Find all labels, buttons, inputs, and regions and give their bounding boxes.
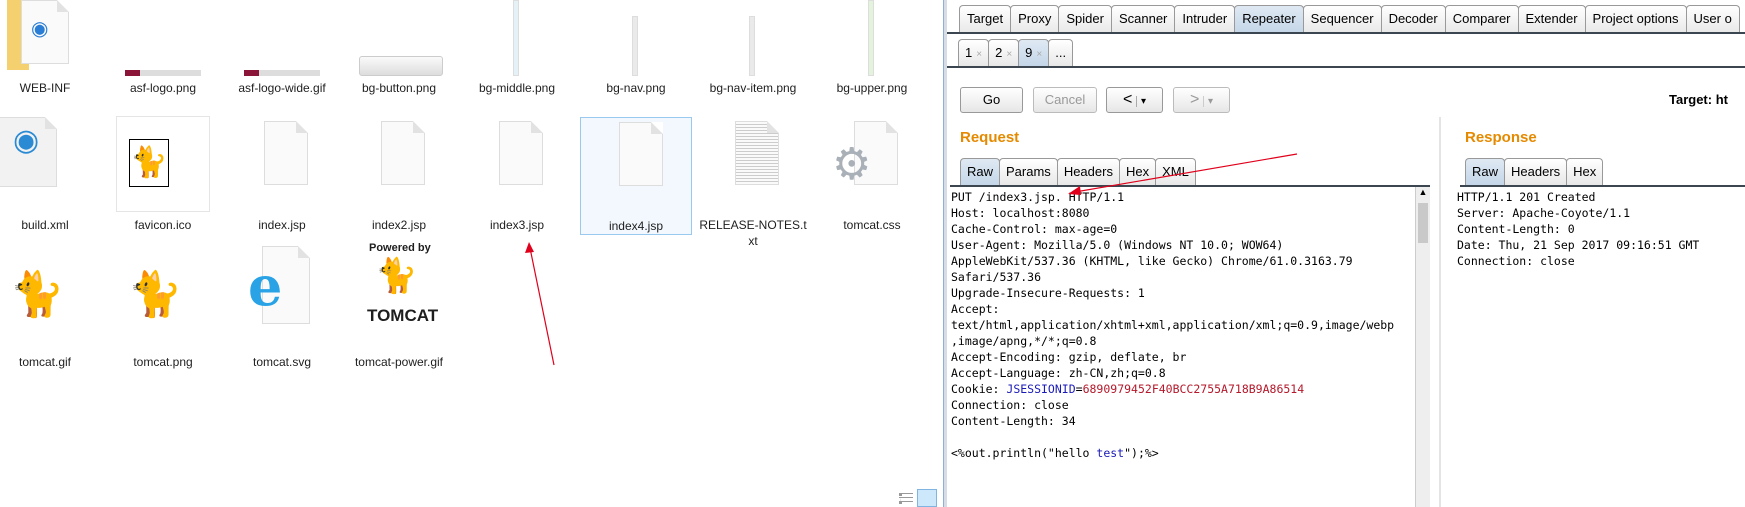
annotation-arrows	[525, 153, 1298, 366]
